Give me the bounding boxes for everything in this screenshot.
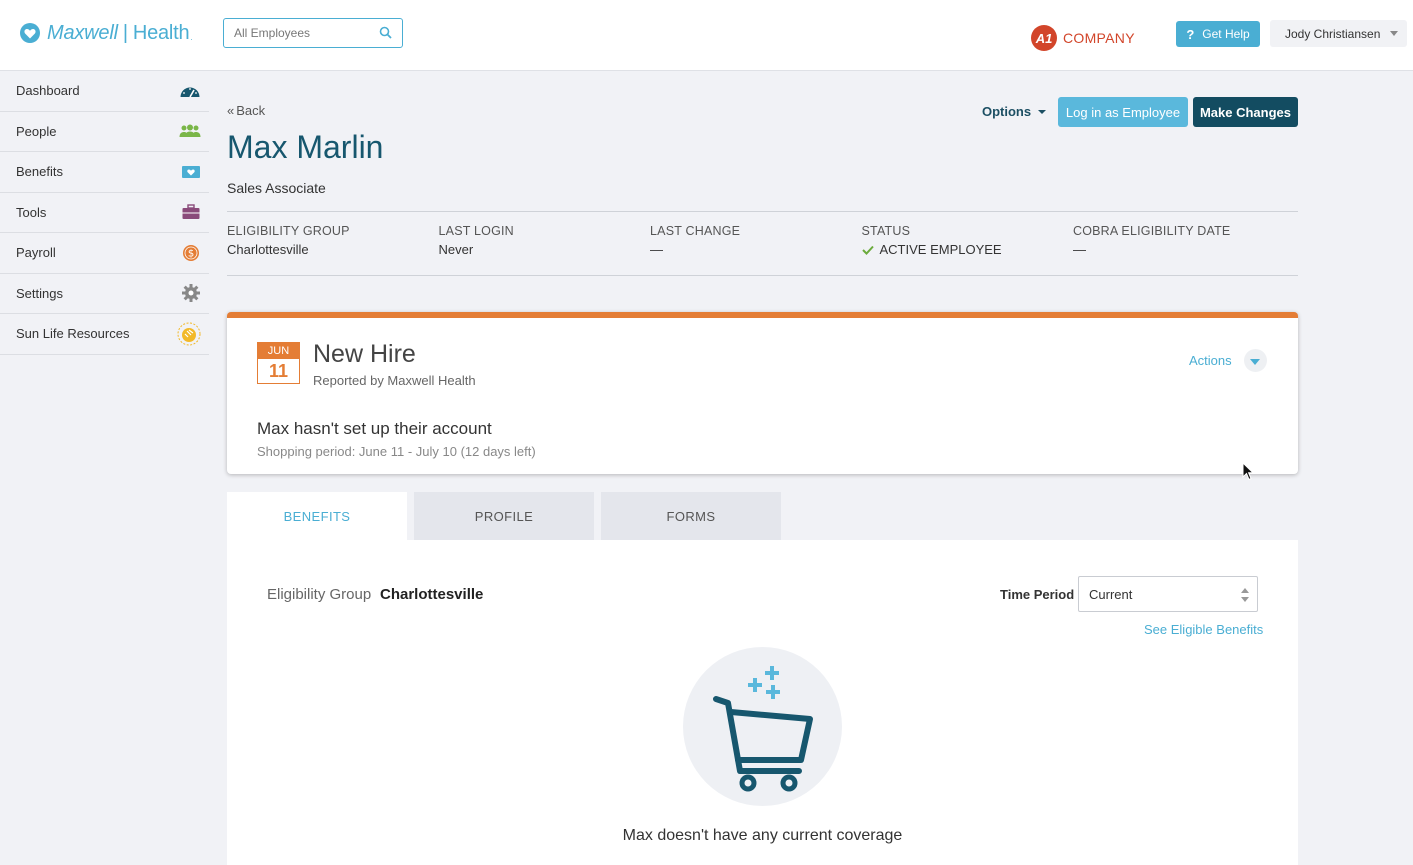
employee-name: Max Marlin	[227, 129, 384, 165]
sidebar-item-people[interactable]: People	[0, 112, 209, 152]
user-name: Jody Christiansen	[1285, 26, 1381, 41]
shopping-period: Shopping period: June 11 - July 10 (12 d…	[257, 444, 536, 459]
maxwell-health-logo[interactable]: Maxwell | Health .	[20, 20, 193, 46]
info-value: —	[1073, 242, 1086, 257]
event-month: JUN	[258, 343, 299, 359]
info-value-status: ACTIVE EMPLOYEE	[861, 242, 1074, 257]
eligibility-group-value: Charlottesville	[380, 586, 484, 603]
info-last-change: LAST CHANGE —	[650, 212, 862, 275]
time-period-select[interactable]: Current	[1078, 576, 1258, 612]
mouse-cursor-icon	[1242, 461, 1255, 486]
event-message: Max hasn't set up their account	[257, 419, 492, 438]
logo-word-health: Health	[132, 21, 190, 44]
user-menu[interactable]: Jody Christiansen	[1270, 20, 1407, 47]
info-cobra-eligibility-date: COBRA ELIGIBILITY DATE —	[1073, 212, 1285, 275]
actions-label: Actions	[1189, 353, 1232, 368]
status-text: ACTIVE EMPLOYEE	[879, 242, 1002, 257]
sidebar-item-sun-life-resources[interactable]: Sun Life Resources	[0, 314, 209, 355]
gauge-icon	[179, 83, 201, 99]
tab-benefits[interactable]: BENEFITS	[227, 492, 407, 540]
tab-forms[interactable]: FORMS	[601, 492, 781, 540]
info-label: LAST CHANGE	[650, 224, 741, 238]
checkmark-icon	[861, 245, 874, 255]
cart-icon	[713, 696, 813, 774]
company-name: COMPANY	[1063, 30, 1135, 46]
employee-title: Sales Associate	[227, 180, 326, 196]
sidebar-item-label: People	[16, 123, 57, 139]
see-eligible-benefits-link[interactable]: See Eligible Benefits	[1144, 622, 1263, 637]
question-icon: ?	[1186, 26, 1195, 42]
sidebar-item-dashboard[interactable]: Dashboard	[0, 71, 209, 112]
info-label: STATUS	[861, 224, 911, 238]
info-label: LAST LOGIN	[438, 224, 514, 238]
chevron-down-icon	[1390, 31, 1398, 36]
info-label: ELIGIBILITY GROUP	[227, 224, 350, 238]
chevron-down-icon[interactable]	[1243, 349, 1267, 372]
sidebar-item-tools[interactable]: Tools	[0, 193, 209, 233]
tab-profile[interactable]: PROFILE	[414, 492, 594, 540]
options-label: Options	[982, 104, 1032, 119]
event-reported-by: Reported by Maxwell Health	[313, 373, 476, 388]
sidebar-item-settings[interactable]: Settings	[0, 274, 209, 314]
search-input[interactable]	[224, 19, 374, 47]
calendar-date-icon: JUN 11	[257, 342, 300, 384]
info-status: STATUS ACTIVE EMPLOYEE	[862, 212, 1074, 275]
gear-icon	[181, 283, 201, 303]
sidebar-item-label: Tools	[16, 204, 47, 220]
toolbox-icon	[181, 204, 201, 220]
people-icon	[179, 124, 201, 138]
sidebar-item-label: Settings	[16, 285, 63, 301]
sun-life-icon	[177, 322, 201, 346]
event-actions-dropdown[interactable]: Actions	[1189, 349, 1267, 372]
sidebar-item-label: Benefits	[16, 164, 63, 180]
info-value: Charlottesville	[227, 242, 309, 257]
back-label: Back	[236, 103, 266, 118]
sidebar-item-label: Sun Life Resources	[16, 326, 130, 342]
options-dropdown[interactable]: Options	[982, 104, 1047, 119]
select-arrows-icon	[1241, 587, 1249, 606]
logo-separator: |	[122, 21, 128, 44]
shopping-cart-illustration	[683, 647, 842, 806]
sidebar: Dashboard People Benefits Tools Payroll …	[0, 71, 209, 355]
time-period-value: Current	[1089, 586, 1133, 602]
eligibility-group-label: Eligibility Group	[267, 586, 372, 603]
new-hire-event-card: JUN 11 New Hire Reported by Maxwell Heal…	[227, 312, 1298, 474]
log-in-as-employee-button[interactable]: Log in as Employee	[1058, 97, 1188, 127]
get-help-label: Get Help	[1202, 27, 1250, 41]
plus-sparkles-icon	[748, 666, 780, 699]
caret-down-icon	[1038, 109, 1047, 114]
get-help-button[interactable]: ? Get Help	[1176, 21, 1260, 47]
info-last-login: LAST LOGIN Never	[439, 212, 651, 275]
svg-text:$: $	[188, 248, 194, 259]
back-link[interactable]: «Back	[227, 103, 265, 118]
time-period-label: Time Period	[1000, 587, 1075, 602]
employee-info-bar: ELIGIBILITY GROUP Charlottesville LAST L…	[227, 211, 1298, 276]
dollar-coin-icon: $	[181, 244, 201, 262]
info-eligibility-group: ELIGIBILITY GROUP Charlottesville	[227, 212, 439, 275]
search-icon[interactable]	[379, 26, 392, 44]
top-bar: Maxwell | Health . A1 COMPANY ? Get Help…	[0, 0, 1413, 71]
employee-search[interactable]	[223, 18, 403, 48]
sidebar-item-label: Payroll	[16, 245, 56, 261]
sidebar-item-payroll[interactable]: Payroll $	[0, 233, 209, 274]
no-coverage-message: Max doesn't have any current coverage	[622, 827, 903, 844]
benefits-panel: Eligibility Group Charlottesville Time P…	[227, 540, 1298, 865]
heart-card-icon	[181, 165, 201, 179]
info-value: Never	[438, 242, 474, 257]
double-chevron-left-icon: «	[227, 103, 235, 118]
info-value: —	[650, 242, 663, 257]
sidebar-item-label: Dashboard	[16, 83, 80, 99]
sidebar-item-benefits[interactable]: Benefits	[0, 152, 209, 193]
event-title: New Hire	[313, 340, 416, 368]
company-badge: A1	[1031, 25, 1057, 51]
make-changes-button[interactable]: Make Changes	[1193, 97, 1298, 127]
company-logo: A1 COMPANY	[1031, 25, 1135, 51]
event-day: 11	[268, 361, 289, 381]
info-label: COBRA ELIGIBILITY DATE	[1073, 224, 1231, 238]
heart-logo-icon	[20, 23, 40, 43]
logo-trademark: .	[190, 33, 193, 42]
logo-word-maxwell: Maxwell	[47, 21, 118, 44]
